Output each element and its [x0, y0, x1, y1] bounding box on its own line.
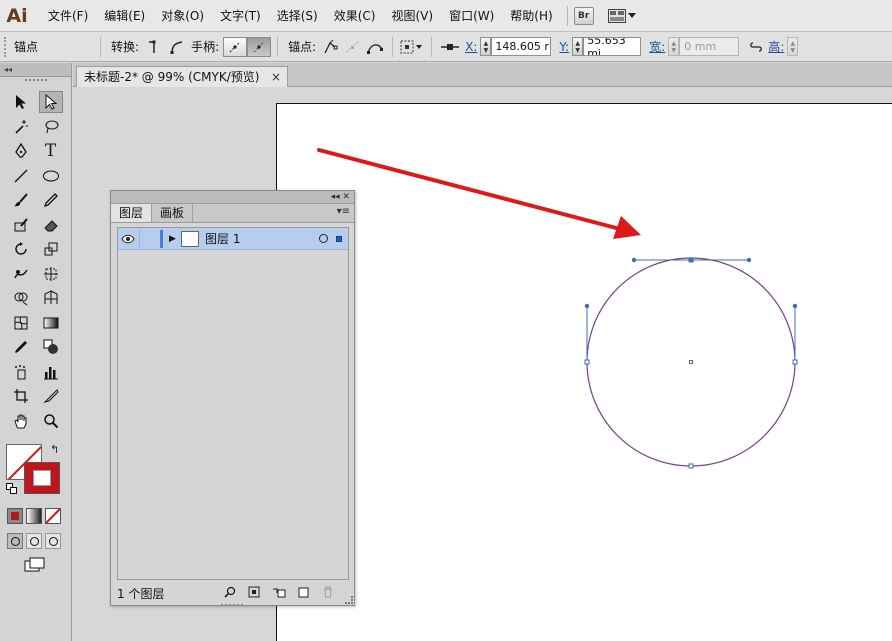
- layers-panel-titlebar[interactable]: ◂◂ ✕: [111, 191, 354, 204]
- tab-layers[interactable]: 图层: [111, 204, 153, 222]
- target-circle-icon[interactable]: [319, 234, 328, 243]
- new-layer-icon[interactable]: [298, 586, 310, 601]
- layers-panel-footer: 1 个图层: [111, 581, 354, 605]
- layer-color-bar: [160, 229, 163, 248]
- bezier-handles: [586, 259, 796, 362]
- expand-triangle-icon[interactable]: ▶: [169, 234, 181, 244]
- selection-square-icon[interactable]: [336, 235, 342, 242]
- make-clipping-mask-icon[interactable]: [248, 586, 260, 601]
- layers-panel-tabs: 图层 画板 ▾≡: [111, 204, 354, 223]
- layer-thumbnail: [181, 230, 199, 247]
- layers-list: ▶ 图层 1: [117, 227, 349, 580]
- new-sublayer-icon[interactable]: [272, 586, 286, 601]
- handle-points[interactable]: [584, 257, 798, 309]
- panel-menu-icon[interactable]: ▾≡: [337, 206, 350, 217]
- lock-toggle[interactable]: [140, 228, 160, 250]
- tab-artboards[interactable]: 画板: [152, 204, 194, 222]
- panel-collapse-close-controls[interactable]: ◂◂ ✕: [331, 191, 350, 203]
- layers-panel: ◂◂ ✕ 图层 画板 ▾≡ ▶ 图层 1 1 个图层: [110, 190, 355, 606]
- eye-icon[interactable]: [118, 229, 138, 249]
- search-icon[interactable]: [224, 586, 236, 601]
- panel-bottom-grip[interactable]: [221, 604, 243, 607]
- layer-name[interactable]: 图层 1: [205, 230, 240, 247]
- trash-icon[interactable]: [322, 586, 334, 601]
- layer-count: 1 个图层: [117, 586, 165, 601]
- layer-row[interactable]: ▶ 图层 1: [118, 227, 348, 250]
- resize-grip-icon[interactable]: [345, 596, 353, 604]
- annotation-arrow: [317, 148, 641, 239]
